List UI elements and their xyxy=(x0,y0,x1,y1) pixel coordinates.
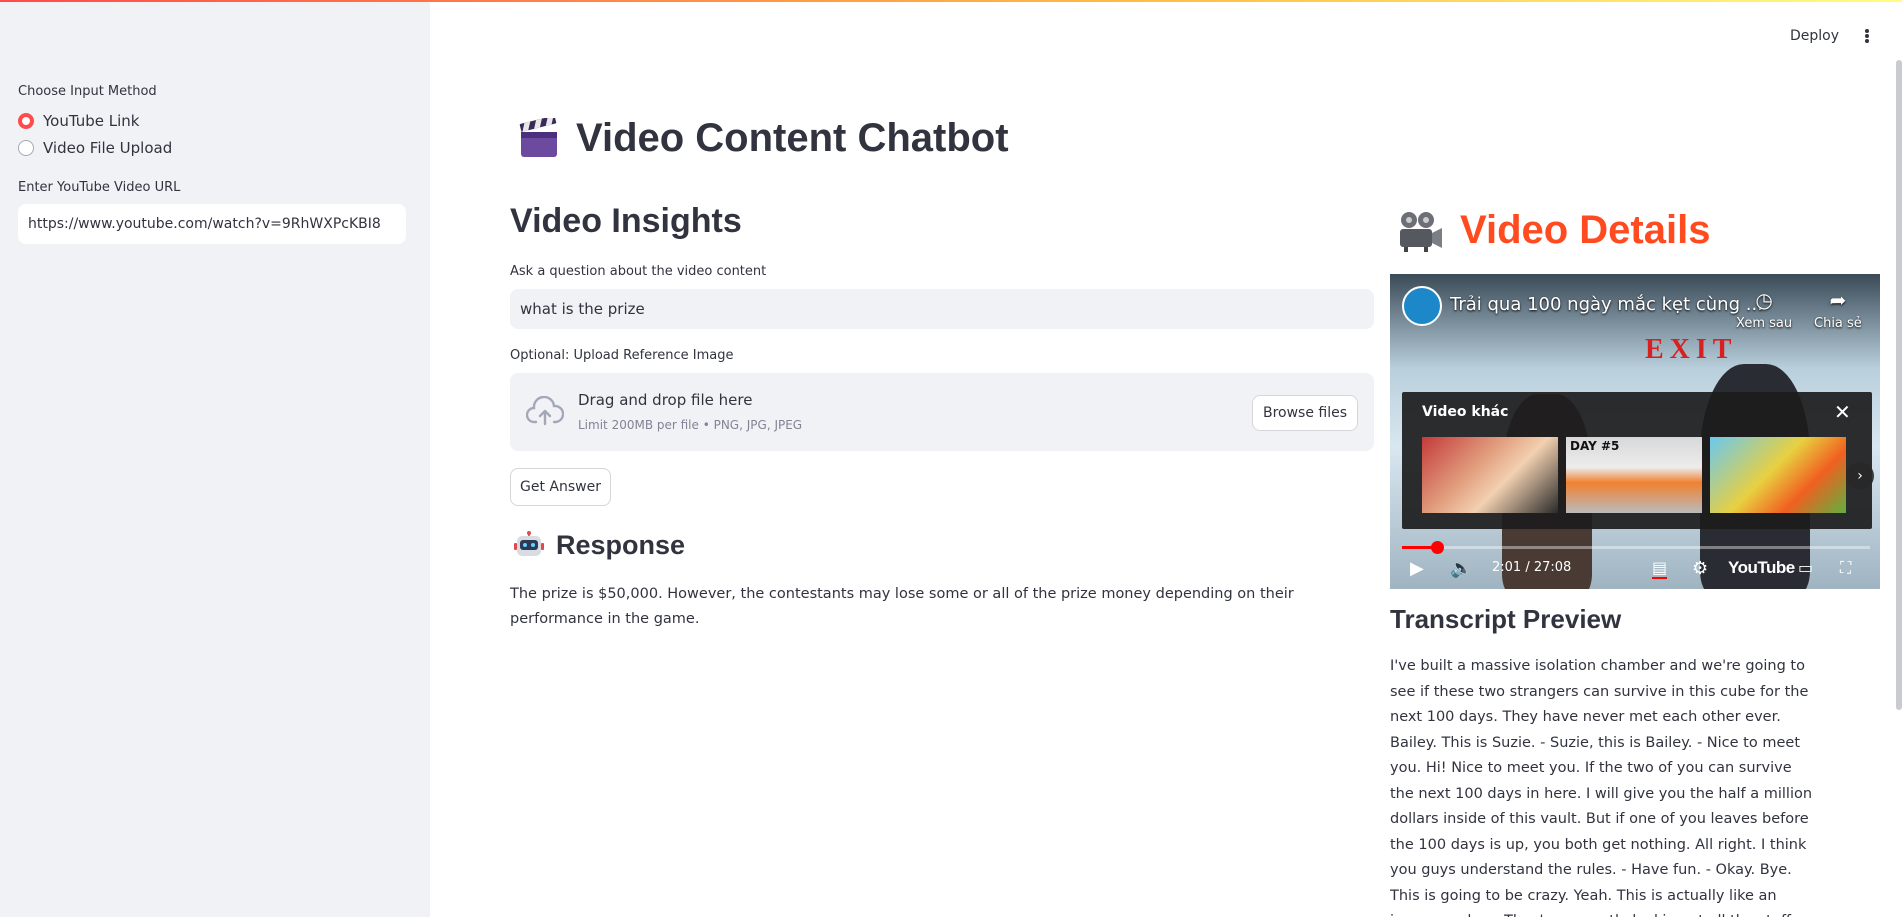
progress-handle[interactable] xyxy=(1430,541,1444,554)
radio-unselected-icon[interactable] xyxy=(18,140,34,156)
more-videos-panel: Video khác ✕ DAY #5 › xyxy=(1402,392,1874,529)
video-scene-text: EXIT xyxy=(1645,334,1738,365)
clapperboard-icon xyxy=(519,117,557,157)
watch-later-button[interactable]: ◷ Xem sau xyxy=(1736,288,1792,331)
deploy-button[interactable]: Deploy xyxy=(1782,26,1847,46)
robot-icon xyxy=(514,530,544,556)
youtube-logo[interactable]: YouTube xyxy=(1728,558,1795,578)
radio-label: YouTube Link xyxy=(43,112,140,130)
cloud-upload-icon xyxy=(526,396,564,426)
response-text: The prize is $50,000. However, the conte… xyxy=(510,586,1294,627)
insights-heading: Video Insights xyxy=(510,202,742,240)
radio-youtube-link[interactable]: YouTube Link xyxy=(18,112,139,130)
video-details-heading: Video Details xyxy=(1396,208,1710,253)
more-video-thumbnail[interactable] xyxy=(1422,437,1558,513)
url-label: Enter YouTube Video URL xyxy=(18,180,181,195)
transcript-text: I've built a massive isolation chamber a… xyxy=(1390,658,1813,917)
upload-limits: Limit 200MB per file • PNG, JPG, JPEG xyxy=(578,418,803,432)
page-title-text: Video Content Chatbot xyxy=(576,116,1009,160)
question-input[interactable]: what is the prize xyxy=(510,289,1374,329)
channel-avatar[interactable] xyxy=(1402,286,1442,326)
video-details-heading-text: Video Details xyxy=(1460,208,1711,252)
close-icon[interactable]: ✕ xyxy=(1834,400,1851,424)
share-button[interactable]: ➦ Chia sẻ xyxy=(1814,288,1862,331)
share-icon: ➦ xyxy=(1829,288,1847,312)
sidebar: Choose Input Method YouTube Link Video F… xyxy=(0,0,430,917)
response-heading-text: Response xyxy=(556,530,686,560)
youtube-video-player[interactable]: EXIT Trải qua 100 ngày mắc kẹt cùng ... … xyxy=(1390,274,1880,589)
video-progress-bar[interactable] xyxy=(1402,541,1870,554)
more-video-thumbnail[interactable] xyxy=(1710,437,1846,513)
chevron-right-icon[interactable]: › xyxy=(1846,462,1874,490)
top-decoration-bar xyxy=(0,0,1902,2)
question-label: Ask a question about the video content xyxy=(510,264,767,279)
play-icon[interactable]: ▶ xyxy=(1410,558,1424,579)
clock-icon: ◷ xyxy=(1755,288,1773,312)
thumbnail-caption: DAY #5 xyxy=(1570,439,1620,453)
more-videos-title: Video khác xyxy=(1422,404,1509,420)
video-timecode: 2:01 / 27:08 xyxy=(1492,560,1572,575)
radio-label: Video File Upload xyxy=(43,139,173,157)
file-uploader-dropzone[interactable]: Drag and drop file here Limit 200MB per … xyxy=(510,373,1374,451)
radio-video-file-upload[interactable]: Video File Upload xyxy=(18,139,172,157)
watch-later-label: Xem sau xyxy=(1736,316,1793,331)
subtitles-icon[interactable]: ▤ xyxy=(1652,558,1668,579)
input-method-label: Choose Input Method xyxy=(18,84,157,99)
more-video-thumbnail[interactable]: DAY #5 xyxy=(1566,437,1702,513)
page-title: Video Content Chatbot xyxy=(518,116,1009,161)
transcript-heading: Transcript Preview xyxy=(1390,604,1622,634)
gear-icon[interactable]: ⚙ xyxy=(1692,558,1708,579)
youtube-url-input[interactable]: https://www.youtube.com/watch?v=9RhWXPcK… xyxy=(18,204,406,244)
fullscreen-icon[interactable]: ⛶ xyxy=(1840,558,1851,578)
get-answer-button[interactable]: Get Answer xyxy=(510,468,611,506)
share-label: Chia sẻ xyxy=(1814,316,1862,331)
upload-instructions: Drag and drop file here xyxy=(578,391,753,409)
response-heading: Response xyxy=(514,530,685,561)
cast-icon[interactable]: ▭ xyxy=(1798,558,1813,577)
upload-label: Optional: Upload Reference Image xyxy=(510,348,734,363)
browse-files-button[interactable]: Browse files xyxy=(1252,395,1358,431)
page-scrollbar[interactable] xyxy=(1896,60,1902,710)
volume-icon[interactable]: 🔊 xyxy=(1450,558,1472,579)
radio-selected-icon[interactable] xyxy=(18,113,34,129)
kebab-menu-icon[interactable] xyxy=(1860,26,1874,46)
video-title[interactable]: Trải qua 100 ngày mắc kẹt cùng ... xyxy=(1450,294,1763,315)
film-projector-icon xyxy=(1400,211,1442,252)
